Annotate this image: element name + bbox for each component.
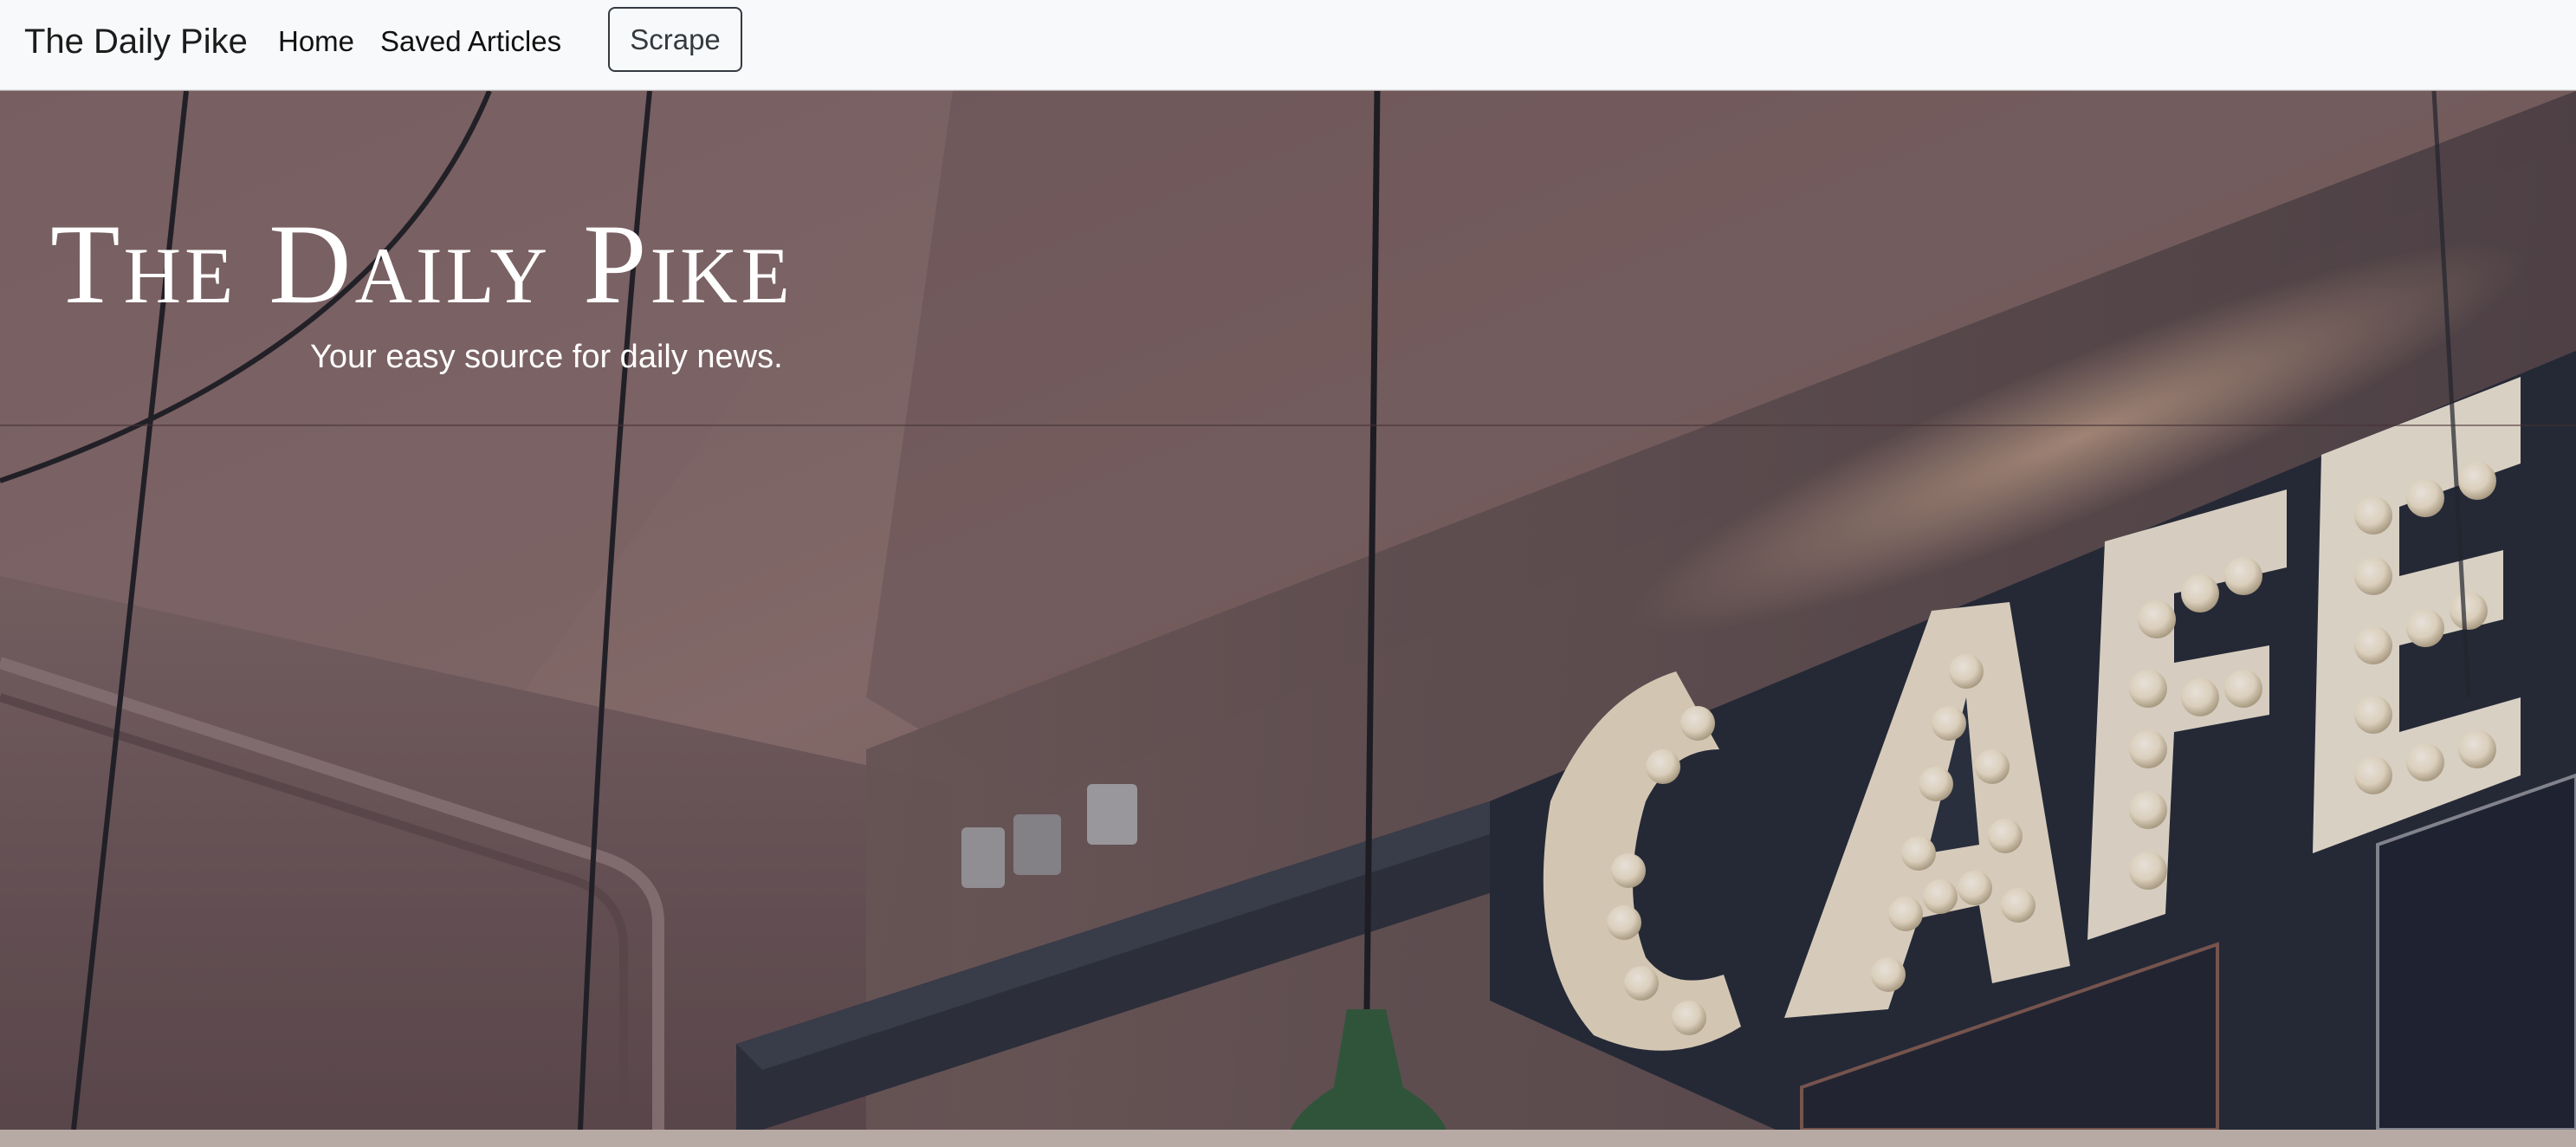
top-navbar: The Daily Pike Home Saved Articles Scrap… (0, 0, 2576, 90)
hero-title: The Daily Pike (50, 200, 793, 327)
hero-subtitle: Your easy source for daily news. (310, 339, 783, 375)
nav-link-home[interactable]: Home (278, 23, 354, 61)
scrape-button[interactable]: Scrape (608, 7, 742, 72)
page-bottom-strip (0, 1130, 2576, 1147)
navbar-brand[interactable]: The Daily Pike (24, 19, 248, 64)
nav-link-saved-articles[interactable]: Saved Articles (380, 23, 561, 61)
hero-divider (0, 424, 2576, 426)
hero-jumbotron: The Daily Pike Your easy source for dail… (0, 91, 2576, 1130)
